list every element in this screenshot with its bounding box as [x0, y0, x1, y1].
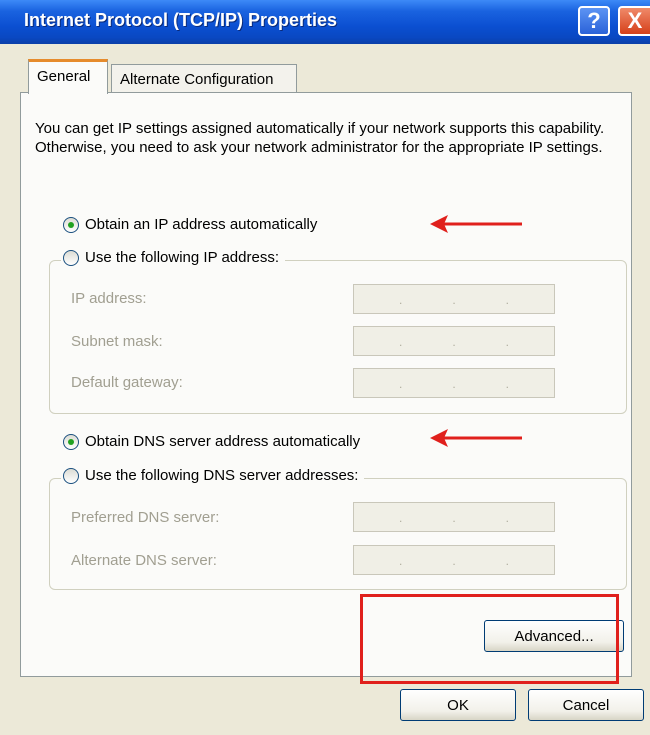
- tab-alternate-configuration[interactable]: Alternate Configuration: [111, 64, 297, 94]
- obtain-dns-auto-label: Obtain DNS server address automatically: [85, 433, 361, 450]
- ok-button[interactable]: OK: [400, 689, 516, 721]
- window-title: Internet Protocol (TCP/IP) Properties: [24, 10, 338, 30]
- help-icon: ?: [587, 8, 601, 33]
- obtain-ip-auto-radio[interactable]: [63, 216, 79, 233]
- use-dns-manual-option[interactable]: Use the following DNS server addresses:: [61, 467, 365, 484]
- alternate-dns-field: ...: [353, 545, 555, 575]
- subnet-mask-field: ...: [353, 326, 555, 356]
- use-ip-manual-label: Use the following IP address:: [85, 249, 279, 266]
- use-dns-manual-radio[interactable]: [63, 467, 79, 484]
- intro-text: You can get IP settings assigned automat…: [35, 120, 605, 156]
- highlight-annotation-box: [360, 594, 619, 684]
- use-dns-manual-label: Use the following DNS server addresses:: [85, 467, 359, 484]
- ip-address-label: IP address:: [71, 290, 147, 307]
- obtain-dns-auto-option[interactable]: Obtain DNS server address automatically: [63, 433, 360, 450]
- obtain-ip-auto-label: Obtain an IP address automatically: [85, 216, 318, 233]
- alternate-dns-label: Alternate DNS server:: [71, 552, 217, 569]
- red-arrow-icon: [430, 429, 522, 447]
- close-icon: X: [627, 8, 643, 33]
- title-bar[interactable]: Internet Protocol (TCP/IP) Properties ? …: [0, 0, 650, 44]
- close-button[interactable]: X: [618, 6, 650, 36]
- use-ip-manual-option[interactable]: Use the following IP address:: [61, 249, 285, 266]
- ip-address-field: ...: [353, 284, 555, 314]
- use-ip-manual-radio[interactable]: [63, 249, 79, 266]
- preferred-dns-field: ...: [353, 502, 555, 532]
- general-tab-panel: You can get IP settings assigned automat…: [20, 92, 632, 677]
- default-gateway-field: ...: [353, 368, 555, 398]
- tab-general[interactable]: General: [28, 59, 108, 94]
- obtain-ip-auto-option[interactable]: Obtain an IP address automatically: [63, 216, 317, 233]
- cancel-button[interactable]: Cancel: [528, 689, 644, 721]
- red-arrow-icon: [430, 215, 522, 233]
- obtain-dns-auto-radio[interactable]: [63, 433, 79, 450]
- subnet-mask-label: Subnet mask:: [71, 333, 163, 350]
- help-button[interactable]: ?: [578, 6, 610, 36]
- default-gateway-label: Default gateway:: [71, 374, 183, 391]
- tcpip-properties-dialog: Internet Protocol (TCP/IP) Properties ? …: [0, 0, 650, 735]
- preferred-dns-label: Preferred DNS server:: [71, 509, 220, 526]
